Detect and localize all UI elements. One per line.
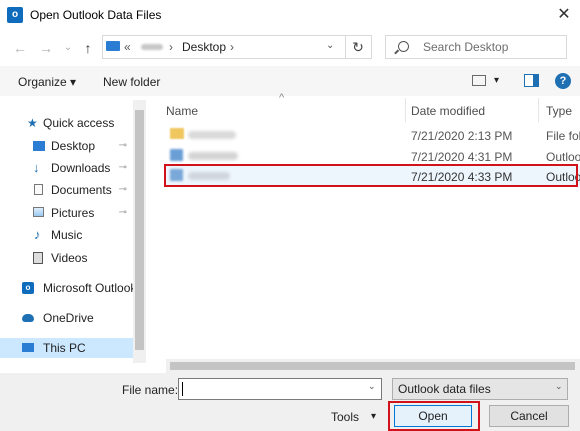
sidebar-item-label: OneDrive [43, 311, 94, 325]
star-icon: ★ [27, 116, 38, 130]
window-title: Open Outlook Data Files [30, 8, 162, 22]
outlook-icon: o [7, 7, 23, 23]
path-user-redacted [141, 44, 163, 50]
desktop-icon [106, 41, 120, 51]
outlook-icon: o [22, 282, 34, 294]
sidebar-item-label: Quick access [43, 116, 115, 130]
tools-button[interactable]: Tools [331, 410, 359, 424]
column-divider[interactable] [538, 98, 539, 122]
path-separator[interactable]: › [230, 40, 234, 54]
pin-icon[interactable]: ⊸ [119, 180, 127, 200]
sidebar-item-documents[interactable]: Documents ⊸ [0, 180, 133, 200]
cloud-icon [22, 314, 34, 322]
column-header-name[interactable]: Name [166, 100, 198, 122]
sidebar-item-label: Music [51, 228, 83, 242]
pin-icon[interactable]: ⊸ [119, 203, 127, 223]
pin-icon[interactable]: ⊸ [119, 158, 127, 178]
column-header-date-modified[interactable]: Date modified [411, 100, 485, 122]
new-folder-button[interactable]: New folder [103, 75, 160, 89]
close-icon[interactable]: ✕ [553, 4, 575, 26]
highlight-annotation [164, 164, 578, 187]
forward-arrow-icon[interactable]: → [36, 38, 56, 58]
file-name-redacted [188, 152, 238, 160]
column-header-type[interactable]: Type [546, 100, 572, 122]
tools-dropdown-icon[interactable]: ▾ [371, 411, 376, 422]
file-name-redacted [188, 131, 236, 139]
highlight-annotation [388, 401, 480, 431]
horizontal-scrollbar-thumb[interactable] [170, 362, 575, 370]
pin-icon[interactable]: ⊸ [119, 136, 127, 156]
chevron-down-icon[interactable]: ⌄ [555, 381, 563, 392]
desktop-icon [33, 141, 45, 151]
sidebar-item-onedrive[interactable]: OneDrive [0, 308, 133, 328]
command-bar [0, 66, 580, 96]
view-options-icon[interactable] [472, 75, 486, 86]
search-placeholder[interactable]: Search Desktop [423, 40, 508, 54]
sidebar-item-pictures[interactable]: Pictures ⊸ [0, 203, 133, 223]
file-name-input[interactable] [178, 378, 382, 400]
sidebar-item-label: This PC [43, 341, 86, 355]
address-dropdown-icon[interactable]: ⌄ [326, 40, 334, 51]
videos-icon [33, 252, 43, 264]
sort-ascending-icon: ^ [279, 92, 285, 104]
column-divider[interactable] [405, 98, 406, 122]
preview-pane-icon[interactable] [524, 74, 539, 87]
file-type-value[interactable]: Outlook data files [398, 382, 491, 396]
music-icon: ♪ [34, 227, 41, 242]
sidebar-item-label: Desktop [51, 139, 96, 153]
file-type: File fol [546, 129, 580, 143]
back-arrow-icon[interactable]: ← [10, 38, 30, 58]
sidebar-item-music[interactable]: ♪ Music [0, 225, 133, 245]
documents-icon [34, 184, 43, 195]
chevron-down-icon[interactable]: ⌄ [368, 381, 376, 392]
file-type: Outlook [546, 150, 580, 164]
help-icon[interactable]: ? [555, 73, 571, 89]
sidebar-item-microsoft-outlook[interactable]: o Microsoft Outlook [0, 278, 133, 298]
folder-icon [170, 128, 184, 139]
pictures-icon [33, 207, 44, 217]
sidebar-item-videos[interactable]: Videos [0, 248, 133, 268]
path-current[interactable]: Desktop [182, 40, 226, 54]
sidebar-item-label: Microsoft Outlook [43, 281, 133, 295]
pst-file-icon [170, 149, 183, 161]
recent-locations-icon[interactable]: ⌄ [58, 38, 78, 58]
sidebar-item-label: Downloads [51, 161, 111, 175]
refresh-icon[interactable]: ↻ [345, 36, 370, 58]
file-date: 7/21/2020 2:13 PM [411, 129, 513, 143]
up-arrow-icon[interactable]: ↑ [78, 38, 98, 58]
sidebar-item-this-pc[interactable]: This PC [0, 338, 133, 358]
sidebar-item-quick-access[interactable]: ★ Quick access [0, 113, 133, 133]
downloads-icon: ↓ [33, 160, 40, 175]
path-overflow[interactable]: « [124, 40, 131, 54]
sidebar-item-desktop[interactable]: Desktop ⊸ [0, 136, 133, 156]
organize-button[interactable]: Organize ▾ [18, 75, 76, 89]
cancel-button[interactable]: Cancel [489, 405, 569, 427]
search-icon [398, 41, 409, 52]
sidebar-item-label: Documents [51, 183, 112, 197]
sidebar-item-downloads[interactable]: ↓ Downloads ⊸ [0, 158, 133, 178]
pc-icon [22, 343, 34, 352]
view-dropdown-icon[interactable]: ▾ [494, 75, 499, 86]
path-separator[interactable]: › [169, 40, 173, 54]
text-caret [182, 382, 183, 396]
sidebar-item-label: Pictures [51, 206, 95, 220]
sidebar-item-label: Videos [51, 251, 88, 265]
sidebar-scrollbar-thumb[interactable] [135, 110, 144, 350]
file-name-label: File name: [122, 383, 179, 397]
file-date: 7/21/2020 4:31 PM [411, 150, 513, 164]
